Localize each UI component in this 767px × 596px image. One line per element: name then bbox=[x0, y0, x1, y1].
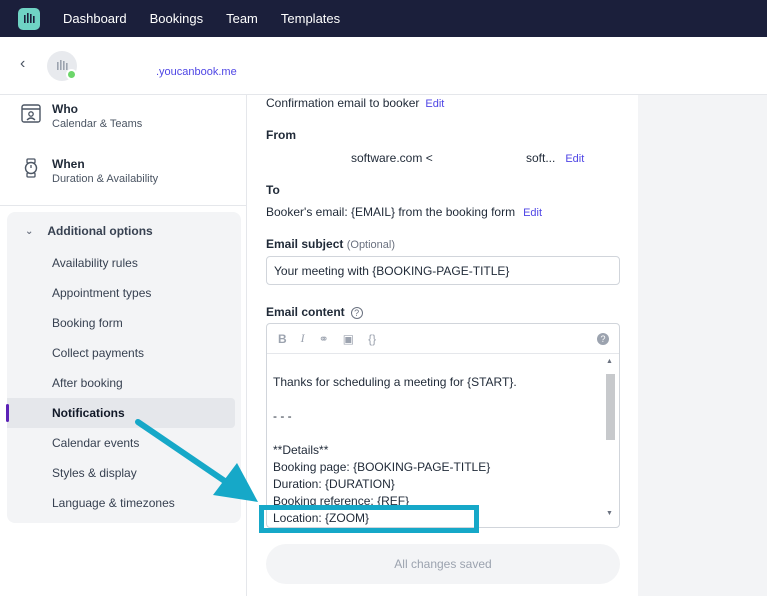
when-subtitle: Duration & Availability bbox=[52, 173, 159, 185]
email-subject-input[interactable]: Your meeting with {BOOKING-PAGE-TITLE} bbox=[266, 256, 620, 285]
calendar-person-icon bbox=[21, 104, 41, 123]
to-label: To bbox=[266, 183, 280, 197]
nav-dashboard[interactable]: Dashboard bbox=[63, 11, 127, 26]
sidebar-item-who[interactable]: Who Calendar & Teams bbox=[20, 102, 142, 130]
email-content-editor[interactable]: B I ⚭ ▣ {} ? Thanks for scheduling a mee… bbox=[266, 323, 620, 528]
additional-options-panel: ⌄ Additional options Availability rules … bbox=[6, 212, 241, 523]
who-subtitle: Calendar & Teams bbox=[52, 118, 143, 130]
email-subject-title: Email subject bbox=[266, 237, 344, 251]
app-logo-icon[interactable] bbox=[18, 7, 40, 30]
back-arrow-icon[interactable]: ‹ bbox=[20, 55, 25, 73]
scroll-down-icon[interactable]: ▼ bbox=[606, 510, 613, 517]
link-icon[interactable]: ⚭ bbox=[319, 332, 329, 346]
nav-templates[interactable]: Templates bbox=[281, 11, 340, 26]
content-line: Thanks for scheduling a meeting for {STA… bbox=[273, 375, 517, 389]
sidebar-item-after-booking[interactable]: After booking bbox=[7, 368, 235, 398]
from-label: From bbox=[266, 128, 296, 142]
sidebar: Who Calendar & Teams When Duration & Ava… bbox=[0, 95, 247, 596]
annotation-highlight-box bbox=[259, 505, 479, 533]
image-icon[interactable]: ▣ bbox=[343, 332, 354, 346]
scroll-up-icon[interactable]: ▲ bbox=[606, 358, 613, 365]
confirmation-email-text: Confirmation email to booker bbox=[266, 96, 420, 110]
sidebar-item-booking-form[interactable]: Booking form bbox=[7, 308, 235, 338]
email-content-title: Email content bbox=[266, 305, 345, 319]
bold-icon[interactable]: B bbox=[278, 332, 287, 346]
content-line: Booking page: {BOOKING-PAGE-TITLE} bbox=[273, 460, 491, 474]
italic-icon[interactable]: I bbox=[301, 331, 305, 346]
editor-toolbar: B I ⚭ ▣ {} ? bbox=[267, 324, 619, 354]
from-row-end: soft... Edit bbox=[526, 151, 584, 165]
email-content-label: Email content? bbox=[266, 305, 363, 319]
who-title: Who bbox=[52, 102, 78, 116]
nav-team[interactable]: Team bbox=[226, 11, 258, 26]
to-value: Booker's email: {EMAIL} from the booking… bbox=[266, 205, 516, 219]
sidebar-item-collect-payments[interactable]: Collect payments bbox=[7, 338, 235, 368]
nav-bookings[interactable]: Bookings bbox=[150, 11, 203, 26]
content-line: - - - bbox=[273, 409, 292, 423]
sidebar-divider bbox=[0, 205, 247, 206]
sidebar-item-styles-display[interactable]: Styles & display bbox=[7, 458, 235, 488]
sidebar-item-availability-rules[interactable]: Availability rules bbox=[7, 248, 235, 278]
help-icon[interactable]: ? bbox=[350, 307, 363, 319]
confirmation-email-row: Confirmation email to booker Edit bbox=[266, 96, 444, 110]
booking-page-url[interactable]: .youcanbook.me bbox=[156, 66, 237, 78]
editor-help-icon[interactable]: ? bbox=[597, 333, 609, 345]
to-row: Booker's email: {EMAIL} from the booking… bbox=[266, 205, 542, 219]
chevron-down-icon: ⌄ bbox=[25, 225, 34, 237]
sidebar-item-appointment-types[interactable]: Appointment types bbox=[7, 278, 235, 308]
edit-to-link[interactable]: Edit bbox=[523, 207, 542, 219]
edit-from-link[interactable]: Edit bbox=[565, 153, 584, 165]
edit-confirmation-link[interactable]: Edit bbox=[425, 98, 444, 110]
when-title: When bbox=[52, 157, 85, 171]
editor-scrollbar[interactable] bbox=[606, 374, 615, 440]
sidebar-item-calendar-events[interactable]: Calendar events bbox=[7, 428, 235, 458]
right-gutter bbox=[638, 95, 767, 596]
from-value-b: soft... bbox=[526, 151, 556, 165]
additional-options-toggle[interactable]: ⌄ Additional options bbox=[25, 224, 153, 238]
save-status-button[interactable]: All changes saved bbox=[266, 544, 620, 584]
content-line: Duration: {DURATION} bbox=[273, 477, 395, 491]
page-header: ‹ .youcanbook.me bbox=[0, 37, 767, 95]
from-value-a: software.com < bbox=[351, 151, 433, 165]
additional-options-title: Additional options bbox=[47, 224, 153, 238]
optional-tag: (Optional) bbox=[346, 239, 396, 251]
online-status-dot bbox=[66, 69, 77, 80]
sidebar-item-language-timezones[interactable]: Language & timezones bbox=[7, 488, 235, 518]
email-subject-label: Email subject (Optional) bbox=[266, 237, 395, 251]
content-line: **Details** bbox=[273, 443, 329, 457]
sidebar-item-when[interactable]: When Duration & Availability bbox=[20, 157, 158, 185]
variable-braces-icon[interactable]: {} bbox=[368, 332, 376, 346]
top-nav: Dashboard Bookings Team Templates bbox=[0, 0, 767, 37]
watch-icon bbox=[24, 158, 38, 178]
active-indicator bbox=[6, 404, 9, 422]
sidebar-item-notifications[interactable]: Notifications bbox=[7, 398, 235, 428]
